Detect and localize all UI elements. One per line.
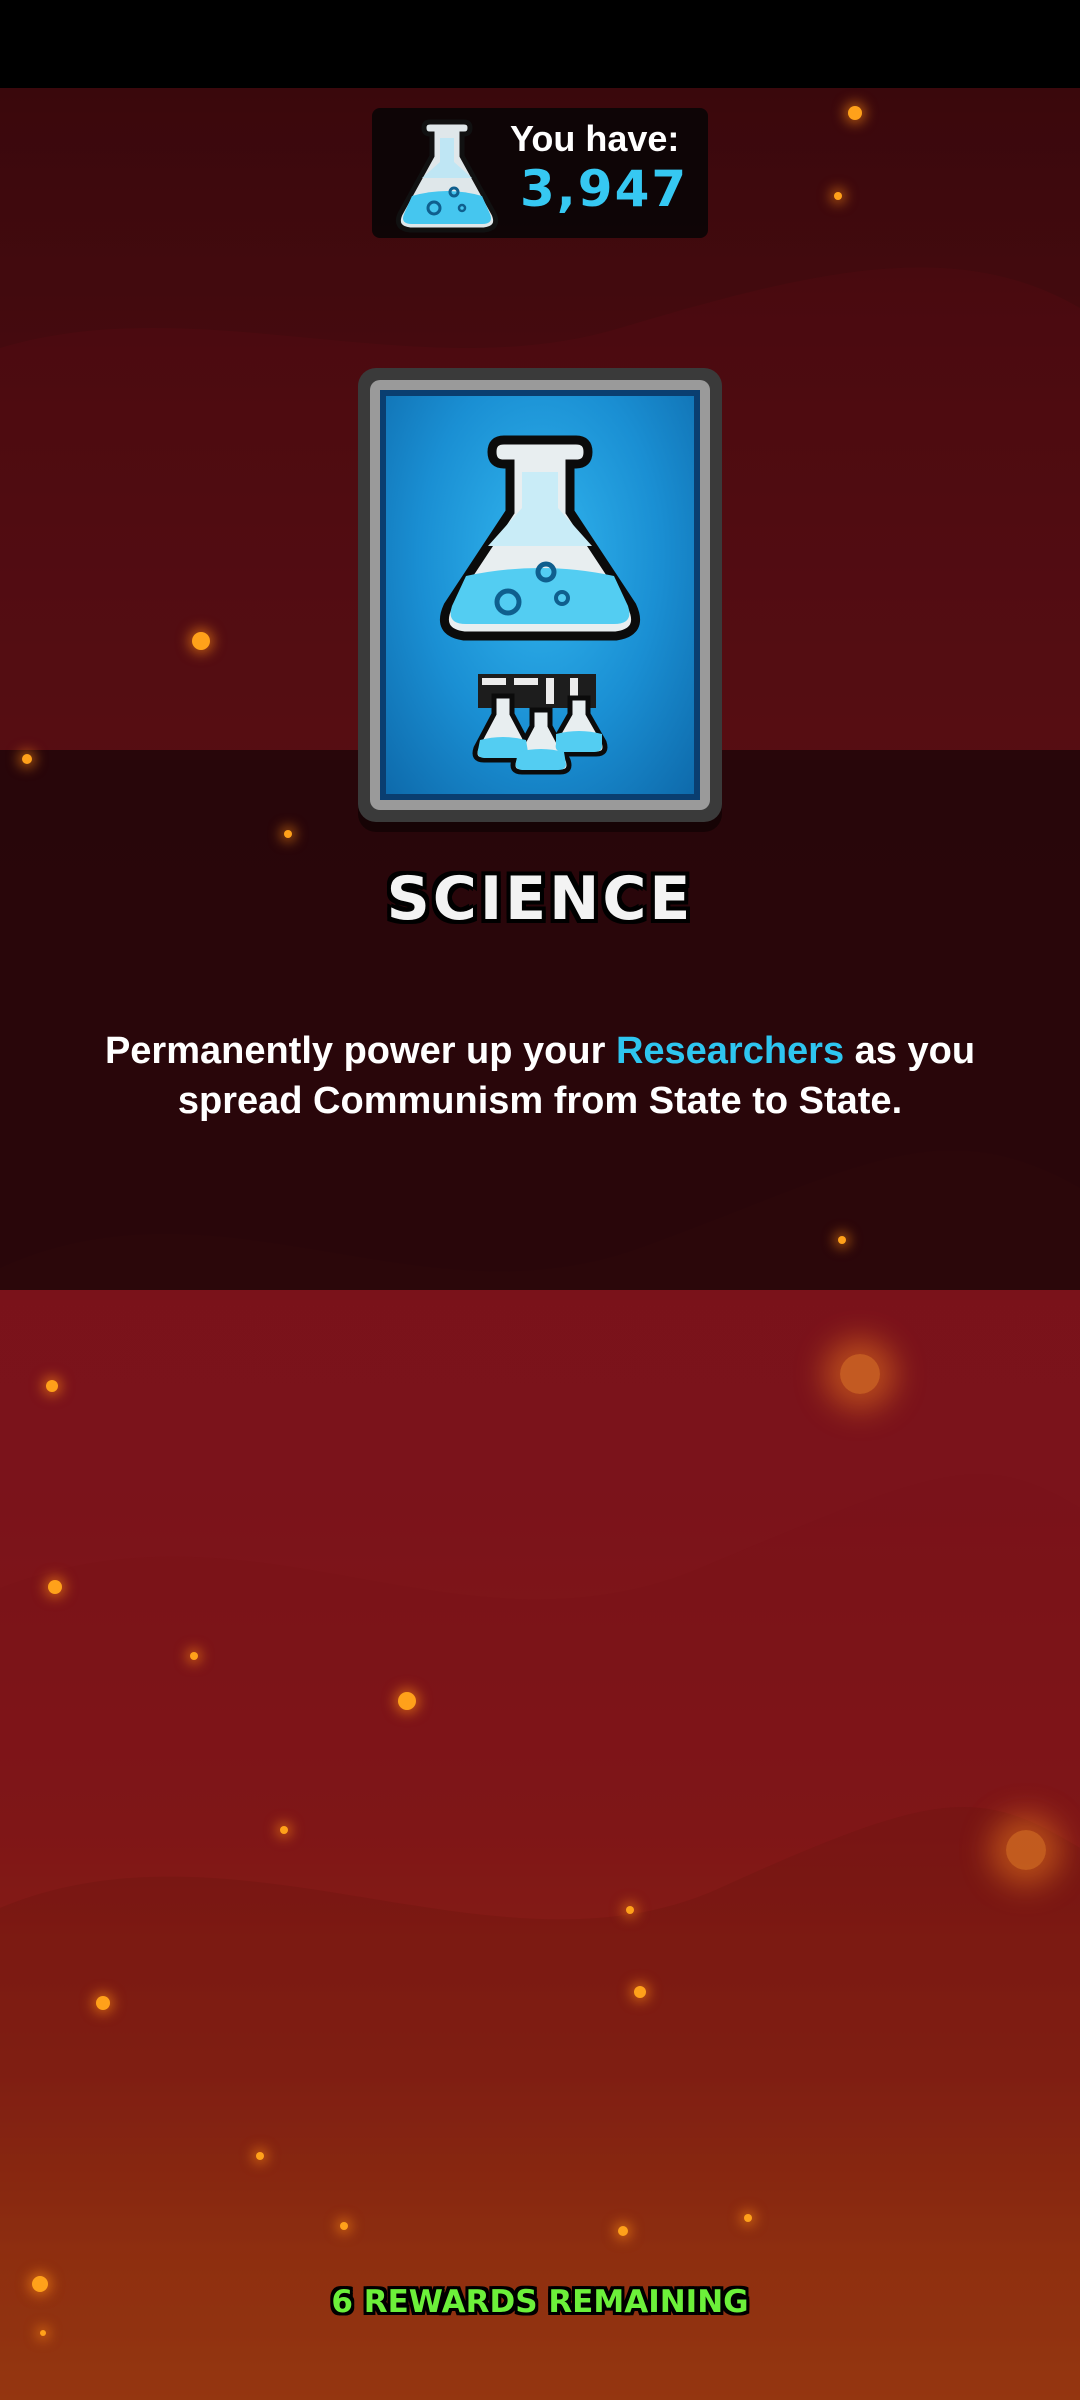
reward-title: SCIENCE (386, 864, 694, 934)
ember-particle (834, 192, 842, 200)
description-text: Permanently power up your (104, 1030, 616, 1072)
science-counter: You have: 3,947 (372, 108, 708, 238)
ember-particle (848, 106, 862, 120)
ember-particle (22, 754, 32, 764)
description-band (0, 750, 1080, 1290)
status-bar (0, 0, 1080, 88)
ember-particle (190, 1652, 198, 1660)
card-frame (370, 380, 710, 810)
researchers-highlight: Researchers (615, 1030, 845, 1072)
card-face (380, 390, 700, 800)
counter-value: 3,947 (520, 160, 689, 218)
ember-particle (340, 2222, 348, 2230)
rewards-remaining: 6 REWARDS REMAINING (331, 2284, 749, 2320)
counter-label: You have: (510, 118, 680, 159)
ember-particle (280, 1826, 288, 1834)
ember-particle (96, 1996, 110, 2010)
ember-particle (256, 2152, 264, 2160)
ember-glow (1006, 1830, 1046, 1870)
ember-particle (398, 1692, 416, 1710)
ember-particle (634, 1986, 646, 1998)
ember-glow (840, 1354, 880, 1394)
ember-particle (838, 1236, 846, 1244)
science-flask-card-icon (440, 435, 640, 775)
ember-particle (618, 2226, 628, 2236)
ember-particle (626, 1906, 634, 1914)
ember-particle (284, 830, 292, 838)
ember-particle (40, 2330, 46, 2336)
ember-particle (48, 1580, 62, 1594)
reward-card[interactable] (358, 368, 722, 822)
reward-screen[interactable]: You have: 3,947 SCIENCE Permanently powe… (0, 0, 1080, 2400)
reward-description: Permanently power up your Researchers as… (90, 1026, 990, 1126)
science-flask-icon (395, 119, 499, 233)
ember-particle (192, 632, 210, 650)
ember-particle (46, 1380, 58, 1392)
ember-particle (744, 2214, 752, 2222)
